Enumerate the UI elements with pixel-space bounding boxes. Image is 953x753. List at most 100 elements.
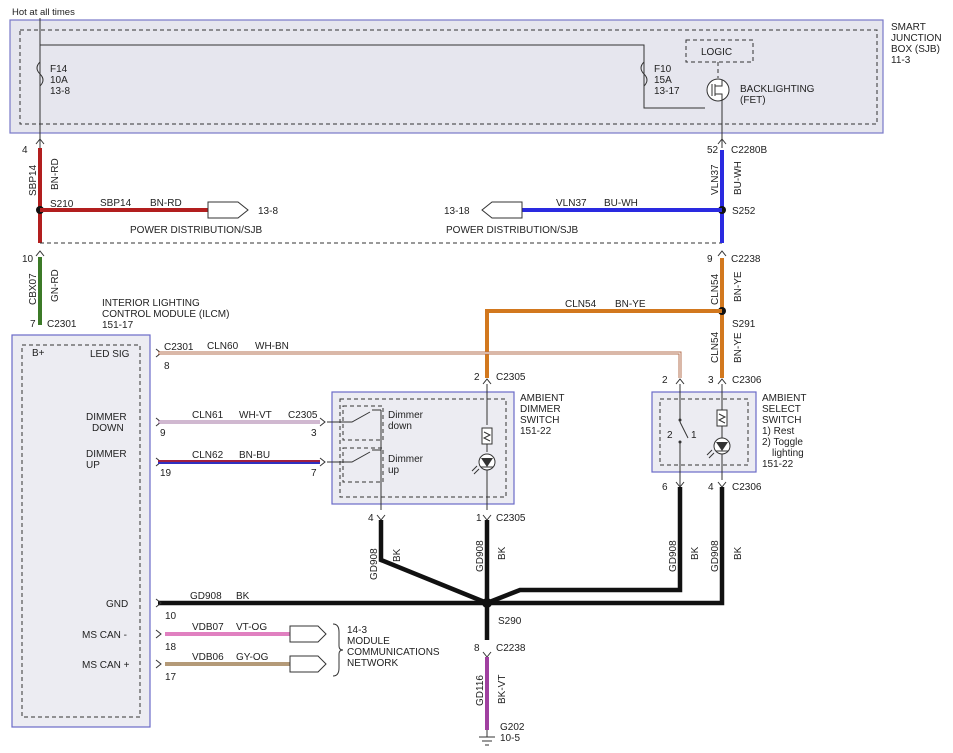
sbp14-circuit: SBP14 <box>28 164 39 196</box>
cln54-h-color: BN-YE <box>615 299 646 310</box>
gd908-b-connector: C2305 <box>496 513 526 524</box>
select-switch-option-1: 1) Rest <box>762 426 794 437</box>
cbx07-pin-top: 10 <box>22 254 34 265</box>
vdb06-connector-icon <box>289 655 327 673</box>
splice-s252-label: S252 <box>732 206 756 217</box>
pd-left-ref: 13-8 <box>258 206 278 217</box>
wire-cln60-inner <box>158 352 681 378</box>
vdb06-color: GY-OG <box>236 652 269 663</box>
pd-left-label: POWER DISTRIBUTION/SJB <box>130 225 263 236</box>
dimmer-down-label-1: Dimmer <box>388 410 424 421</box>
pin-arrow-select-right <box>717 378 727 385</box>
pin-arrow-vdb06 <box>155 659 162 669</box>
pin-arrow-cln54 <box>717 250 727 257</box>
gd116-color: BK-VT <box>497 675 508 704</box>
gd908-a-color: BK <box>392 548 403 562</box>
ilcm-b-plus: B+ <box>32 348 45 359</box>
vln37-pin: 52 <box>707 145 719 156</box>
cln61-pin-left: 9 <box>160 428 166 439</box>
vln37-connector: C2280B <box>731 145 767 156</box>
pd-right-color: BU-WH <box>604 198 638 209</box>
select-switch-option-3: lighting <box>772 448 804 459</box>
wire-cln54-horizontal <box>485 309 722 378</box>
cln61-connector: C2305 <box>288 410 318 421</box>
gd908-d-circuit: GD908 <box>710 540 721 572</box>
select-switch-title-3: SWITCH <box>762 415 801 426</box>
ground-symbol-icon <box>479 730 495 746</box>
sjb-title-line-2: JUNCTION <box>891 33 942 44</box>
gd908-gnd-color: BK <box>236 591 250 602</box>
pd-right-label: POWER DISTRIBUTION/SJB <box>446 225 579 236</box>
ground-g202: G202 <box>500 722 525 733</box>
pin-arrow-cln62-right <box>319 457 326 467</box>
gd908-b-pin: 1 <box>476 513 482 524</box>
pin-arrow-dimmer-top <box>482 378 492 385</box>
ilcm-gnd: GND <box>106 599 128 610</box>
vdb07-circuit: VDB07 <box>192 622 224 633</box>
select-switch-pin-left: 2 <box>662 375 668 386</box>
dimmer-switch-title-3: SWITCH <box>520 415 559 426</box>
network-line-1: MODULE <box>347 636 390 647</box>
wire-cln60-outer <box>158 351 682 378</box>
gd116-connector: C2238 <box>496 643 526 654</box>
gd116-circuit: GD116 <box>475 675 486 706</box>
cln54-b-color: BN-YE <box>733 332 744 363</box>
ilcm-title-line-2: CONTROL MODULE (ILCM) <box>102 309 229 320</box>
sbp14-color: BN-RD <box>50 158 61 190</box>
cln62-color: BN-BU <box>239 450 270 461</box>
cln54-a-color: BN-YE <box>733 271 744 302</box>
pin-arrow-gd908-a <box>376 514 386 521</box>
gd908-d-color: BK <box>733 546 744 560</box>
smart-junction-box: SMART JUNCTION BOX (SJB) 11-3 <box>9 19 942 134</box>
ground-ref: 10-5 <box>500 733 520 744</box>
gd908-a-circuit: GD908 <box>369 548 380 580</box>
cln62-pin-left: 19 <box>160 468 172 479</box>
pin-arrow-select-left <box>675 378 685 385</box>
sjb-title-line-4: 11-3 <box>891 55 911 66</box>
cln54-b-circuit: CLN54 <box>710 331 721 363</box>
cbx07-circuit: CBX07 <box>28 273 39 305</box>
cln61-color: WH-VT <box>239 410 272 421</box>
ilcm-ms-can-plus: MS CAN + <box>82 660 130 671</box>
cln60-color: WH-BN <box>255 341 289 352</box>
gd908-gnd-circuit: GD908 <box>190 591 222 602</box>
select-switch-title-1: AMBIENT <box>762 393 806 404</box>
vln37-color: BU-WH <box>733 161 744 195</box>
ilcm-dimmer-down-line-2: DOWN <box>92 423 124 434</box>
cbx07-connector: C2301 <box>47 319 77 330</box>
cln60-circuit: CLN60 <box>207 341 239 352</box>
fuse-f10-rating: 15A <box>654 75 672 86</box>
gd908-b-color: BK <box>497 546 508 560</box>
dimmer-switch-connector: C2305 <box>496 372 526 383</box>
network-line-2: COMMUNICATIONS <box>347 647 440 658</box>
logic-label: LOGIC <box>701 47 732 58</box>
splice-s290-label: S290 <box>498 616 522 627</box>
fuse-f10-ref: 13-17 <box>654 86 680 97</box>
select-switch-pin-right: 3 <box>708 375 714 386</box>
gd908-d-connector: C2306 <box>732 482 762 493</box>
backlighting-label-line-2: (FET) <box>740 95 766 106</box>
vdb07-pin: 18 <box>165 642 177 653</box>
wire-gd908-c <box>486 487 683 606</box>
dimmer-up-label-2: up <box>388 465 400 476</box>
network-line-3: NETWORK <box>347 658 398 669</box>
ilcm-dimmer-up-line-1: DIMMER <box>86 449 127 460</box>
dimmer-switch-title-4: 151-22 <box>520 426 552 437</box>
pd-left-color: BN-RD <box>150 198 182 209</box>
vdb06-pin: 17 <box>165 672 177 683</box>
vln37-circuit: VLN37 <box>710 164 721 195</box>
vdb07-connector-icon <box>289 625 327 643</box>
select-contact-label-1: 1 <box>691 430 697 441</box>
fuse-f14-rating: 10A <box>50 75 68 86</box>
pd-left-circuit: SBP14 <box>100 198 132 209</box>
gd116-pin: 8 <box>474 643 480 654</box>
pd-right-circuit: VLN37 <box>556 198 587 209</box>
wire-gd908-d <box>487 487 725 606</box>
gd908-gnd-pin: 10 <box>165 611 177 622</box>
select-switch-title-2: SELECT <box>762 404 801 415</box>
vdb07-color: VT-OG <box>236 622 267 633</box>
select-switch-connector: C2306 <box>732 375 762 386</box>
dimmer-switch-title-2: DIMMER <box>520 404 561 415</box>
network-brace-icon <box>332 623 344 677</box>
cbx07-color: GN-RD <box>50 269 61 302</box>
